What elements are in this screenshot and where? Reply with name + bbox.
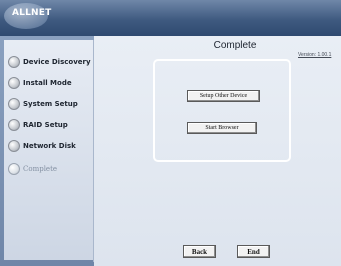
step-complete: Complete — [8, 162, 57, 176]
step-label: Device Discovery — [23, 58, 91, 66]
action-panel — [153, 59, 291, 162]
step-system-setup: System Setup — [8, 97, 78, 111]
step-radio-icon — [8, 56, 20, 68]
step-radio-icon — [8, 140, 20, 152]
title-bar: ALLNET — [0, 0, 341, 36]
sidebar-divider — [93, 40, 94, 262]
step-network-disk: Network Disk — [8, 139, 76, 153]
installer-window: ALLNET Device Discovery Install Mode Sys… — [0, 0, 341, 266]
step-raid-setup: RAID Setup — [8, 118, 68, 132]
step-install-mode: Install Mode — [8, 76, 72, 90]
start-browser-button[interactable]: Start Browser — [187, 122, 257, 134]
end-button[interactable]: End — [237, 245, 270, 258]
step-radio-icon — [8, 163, 20, 175]
step-radio-icon — [8, 77, 20, 89]
step-label: Complete — [23, 165, 58, 173]
setup-other-device-button[interactable]: Setup Other Device — [187, 90, 260, 102]
back-button[interactable]: Back — [183, 245, 216, 258]
step-radio-icon — [8, 119, 20, 131]
step-radio-icon — [8, 98, 20, 110]
version-link[interactable]: Version: 1.00.1 — [298, 52, 331, 58]
logo-text: ALLNET — [12, 8, 52, 18]
step-label: RAID Setup — [23, 121, 68, 129]
step-label: Network Disk — [23, 142, 76, 150]
step-device-discovery: Device Discovery — [8, 55, 91, 69]
step-label: Install Mode — [23, 79, 72, 87]
step-label: System Setup — [23, 100, 78, 108]
page-title: Complete — [213, 40, 257, 51]
